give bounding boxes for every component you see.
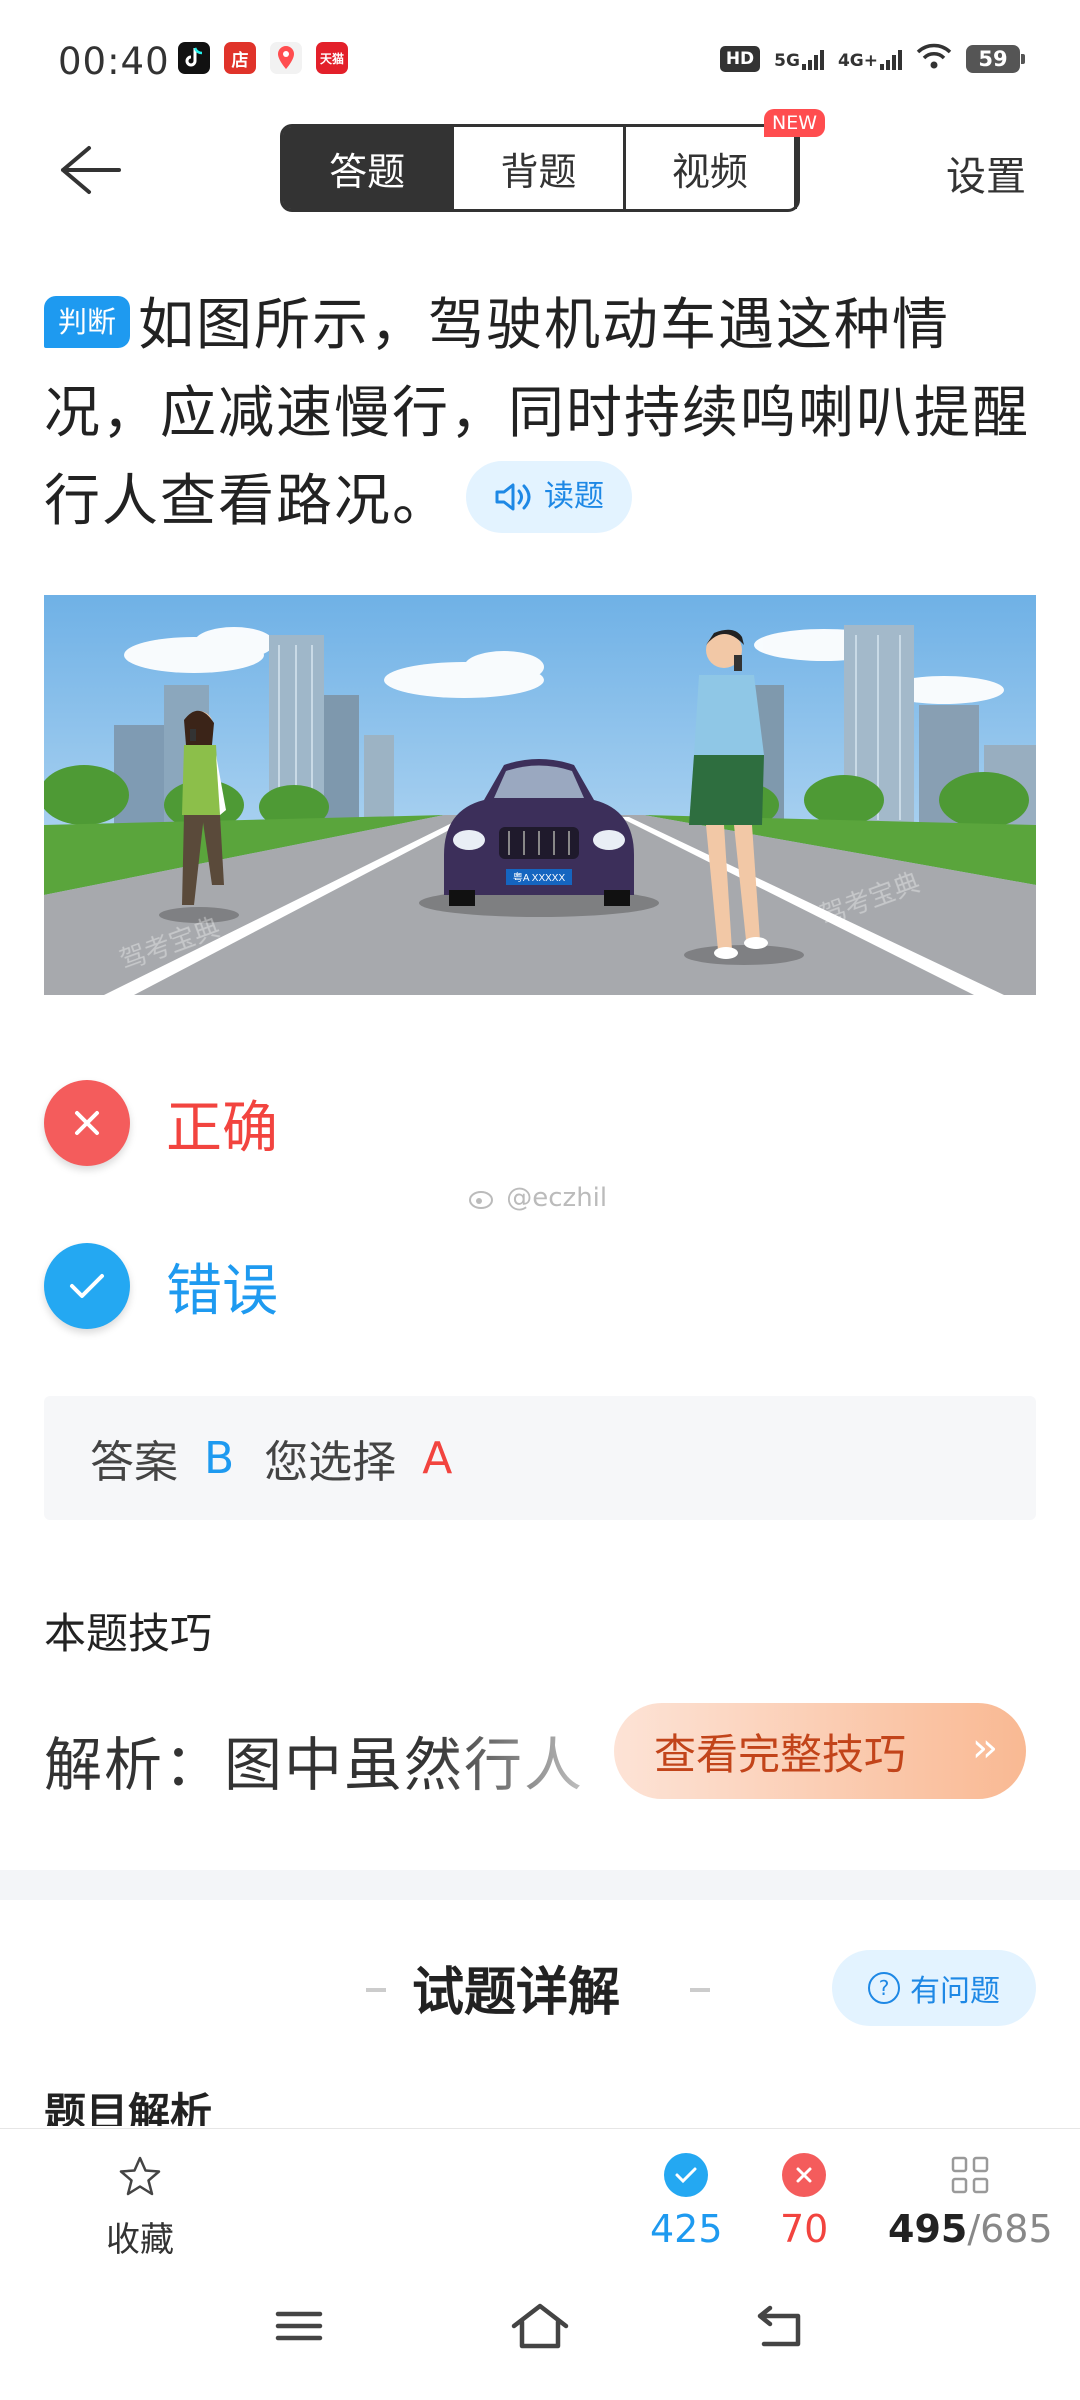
favorite-button[interactable]: 收藏 xyxy=(100,2154,180,2261)
wrong-count-icon xyxy=(782,2153,827,2197)
answer-label: 答案 xyxy=(90,1437,178,1488)
chosen-label: 您选择 xyxy=(264,1437,397,1488)
tab-answer[interactable]: 答题 xyxy=(283,127,455,209)
weibo-icon xyxy=(469,1191,493,1209)
read-question-button[interactable]: 读题 xyxy=(466,461,632,533)
correct-count-icon xyxy=(664,2153,709,2197)
option-true[interactable]: 正确 xyxy=(44,1080,944,1166)
question-circle-icon: ? xyxy=(868,1972,900,2004)
section-divider xyxy=(0,1870,1080,1900)
view-full-tips-button[interactable]: 查看完整技巧 ›› xyxy=(614,1703,1026,1799)
correct-count[interactable]: 425 xyxy=(650,2153,723,2251)
question-illustration: 粤A XXXXX 驾考宝典 驾考宝典 xyxy=(44,595,1036,995)
signal-5g-icon: 5G xyxy=(774,48,824,70)
title-dash-left xyxy=(366,1988,386,1992)
tips-title: 本题技巧 xyxy=(44,1609,213,1658)
arrow-left-icon xyxy=(61,146,121,194)
home-nav-button[interactable] xyxy=(508,2302,572,2356)
license-plate: 粤A XXXXX xyxy=(513,871,566,884)
hd-icon: HD xyxy=(719,45,761,72)
menu-nav-button[interactable] xyxy=(272,2302,326,2354)
battery-icon: 59 xyxy=(966,44,1025,73)
done-count: 495 xyxy=(888,2207,968,2251)
status-bar: 00:40 店 天猫 HD 5G 4G+ 59 xyxy=(0,0,1080,120)
bottom-toolbar: 收藏 425 70 495/685 xyxy=(0,2128,1080,2278)
tips-fade xyxy=(430,1700,630,1810)
title-dash-right xyxy=(690,1988,710,1992)
wrong-mark-icon xyxy=(44,1080,130,1166)
option-false[interactable]: 错误 xyxy=(44,1243,944,1329)
wrong-count[interactable]: 70 xyxy=(780,2153,828,2251)
analysis-section-title: 题目解析 xyxy=(44,2089,213,2126)
total-count: /685 xyxy=(967,2207,1053,2251)
star-icon xyxy=(119,2156,161,2196)
favorite-label: 收藏 xyxy=(106,2220,174,2260)
return-icon xyxy=(757,2305,801,2347)
detail-title: 试题详解 xyxy=(412,1963,621,2023)
wifi-icon xyxy=(916,42,952,75)
shop-icon: 店 xyxy=(224,42,256,74)
mode-tabs: 答题 背题 视频 NEW xyxy=(280,109,825,212)
check-mark-icon xyxy=(44,1243,130,1329)
answer-summary: 答案 B 您选择 A xyxy=(44,1396,1036,1520)
double-chevron-right-icon: ›› xyxy=(972,1725,998,1771)
system-nav-bar xyxy=(0,2278,1080,2400)
wrong-count-value: 70 xyxy=(780,2207,829,2251)
grid-icon xyxy=(948,2153,992,2197)
top-header: 答题 背题 视频 NEW 设置 xyxy=(0,109,1080,220)
option-true-label: 正确 xyxy=(166,1095,278,1161)
option-false-label: 错误 xyxy=(166,1258,278,1324)
view-full-tips-label: 查看完整技巧 xyxy=(654,1729,907,1779)
status-indicators: HD 5G 4G+ 59 xyxy=(719,42,1025,75)
chosen-answer-value: A xyxy=(422,1432,453,1484)
signal-4g-icon: 4G+ xyxy=(838,48,902,70)
report-issue-button[interactable]: ? 有问题 xyxy=(832,1950,1036,2026)
map-pin-icon xyxy=(270,42,302,74)
correct-answer-value: B xyxy=(204,1432,235,1484)
tmall-icon: 天猫 xyxy=(316,42,348,74)
page-watermark: @eczhil xyxy=(468,1183,607,1213)
read-question-label: 读题 xyxy=(544,479,604,514)
question-type-badge: 判断 xyxy=(44,296,131,348)
tab-video[interactable]: 视频 xyxy=(626,127,797,209)
home-icon xyxy=(511,2303,569,2349)
correct-count-value: 425 xyxy=(650,2207,723,2251)
report-issue-label: 有问题 xyxy=(910,1974,1000,2009)
menu-icon xyxy=(275,2311,323,2341)
back-nav-button[interactable] xyxy=(752,2302,808,2354)
back-button[interactable] xyxy=(55,142,125,198)
new-badge: NEW xyxy=(763,109,825,137)
settings-button[interactable]: 设置 xyxy=(946,144,1026,202)
status-time: 00:40 xyxy=(58,40,170,83)
status-app-icons: 店 天猫 xyxy=(178,42,348,74)
question-block: 判断 如图所示，驾驶机动车遇这种情况，应减速慢行，同时持续鸣喇叭提醒行人查看路况。… xyxy=(44,282,1044,546)
tab-memorize[interactable]: 背题 xyxy=(454,127,626,209)
speaker-icon xyxy=(495,483,531,511)
progress-counter[interactable]: 495/685 xyxy=(888,2153,1053,2251)
tiktok-icon xyxy=(178,42,210,74)
